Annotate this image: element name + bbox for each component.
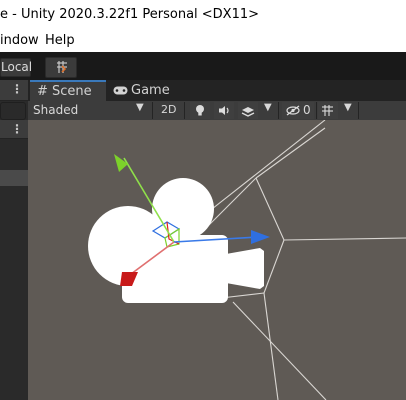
2d-mode-toggle[interactable]: 2D — [161, 103, 176, 116]
grid-toggle-icon — [322, 105, 333, 116]
draw-mode-dropdown[interactable]: Shaded — [33, 103, 78, 117]
hierarchy-menu-icon[interactable]: ⋮ — [11, 82, 23, 96]
hierarchy-scene-menu-icon[interactable]: ⋮ — [11, 122, 23, 136]
chevron-down-icon[interactable]: ▼ — [264, 102, 272, 113]
divider — [278, 102, 279, 119]
lighting-toggle[interactable] — [190, 102, 210, 119]
audio-toggle[interactable] — [214, 102, 234, 119]
divider — [358, 102, 359, 119]
divider — [152, 102, 153, 119]
main-toolbar: Local — [0, 52, 406, 80]
y-axis-arrow[interactable] — [114, 154, 128, 172]
z-axis-arrow[interactable] — [251, 230, 270, 244]
hierarchy-search-input[interactable] — [0, 102, 26, 120]
gamepad-icon — [113, 86, 128, 95]
layers-icon — [241, 107, 255, 117]
tab-game-label: Game — [131, 83, 170, 98]
chevron-down-icon[interactable]: ▼ — [344, 102, 352, 113]
chevron-down-icon[interactable]: ▼ — [136, 102, 144, 113]
hierarchy-panel: ⋮ ⋮ — [0, 80, 28, 400]
grid-snap-icon — [57, 61, 67, 73]
scene-canvas[interactable] — [28, 120, 406, 400]
tab-scene-label: Scene — [52, 84, 92, 99]
hidden-objects-toggle[interactable]: 0 — [282, 102, 314, 119]
menu-item-help[interactable]: Help — [45, 33, 75, 48]
scene-tab-bar: # Scene Game — [28, 80, 406, 101]
lightbulb-icon — [196, 105, 204, 116]
hierarchy-header: ⋮ — [0, 80, 28, 101]
gizmo-grid-toggle[interactable] — [318, 102, 338, 119]
scene-view-toolbar: Shaded ▼ 2D ▼ 0 ▼ — [28, 101, 406, 121]
pivot-rotation-button[interactable]: Local — [0, 58, 33, 77]
window-title: e - Unity 2020.3.22f1 Personal <DX11> — [0, 7, 260, 22]
menu-item-window[interactable]: indow — [0, 33, 39, 48]
hierarchy-subheader: ⋮ — [0, 120, 28, 139]
divider — [316, 102, 317, 119]
effects-toggle[interactable] — [238, 102, 258, 119]
tab-scene[interactable]: # Scene — [30, 80, 106, 101]
pivot-rotation-label: Local — [1, 60, 33, 74]
grid-icon: # — [37, 84, 48, 99]
tab-game[interactable]: Game — [110, 80, 170, 101]
divider — [184, 102, 185, 119]
speaker-icon — [219, 106, 229, 115]
hidden-objects-count: 0 — [303, 103, 311, 117]
menu-bar: indow Help — [0, 30, 406, 52]
grid-snapping-button[interactable] — [45, 57, 77, 78]
hidden-eye-icon — [286, 105, 300, 116]
hierarchy-selected-row[interactable] — [0, 170, 28, 186]
title-bar: e - Unity 2020.3.22f1 Personal <DX11> — [0, 0, 406, 30]
scene-viewport[interactable] — [28, 120, 406, 400]
